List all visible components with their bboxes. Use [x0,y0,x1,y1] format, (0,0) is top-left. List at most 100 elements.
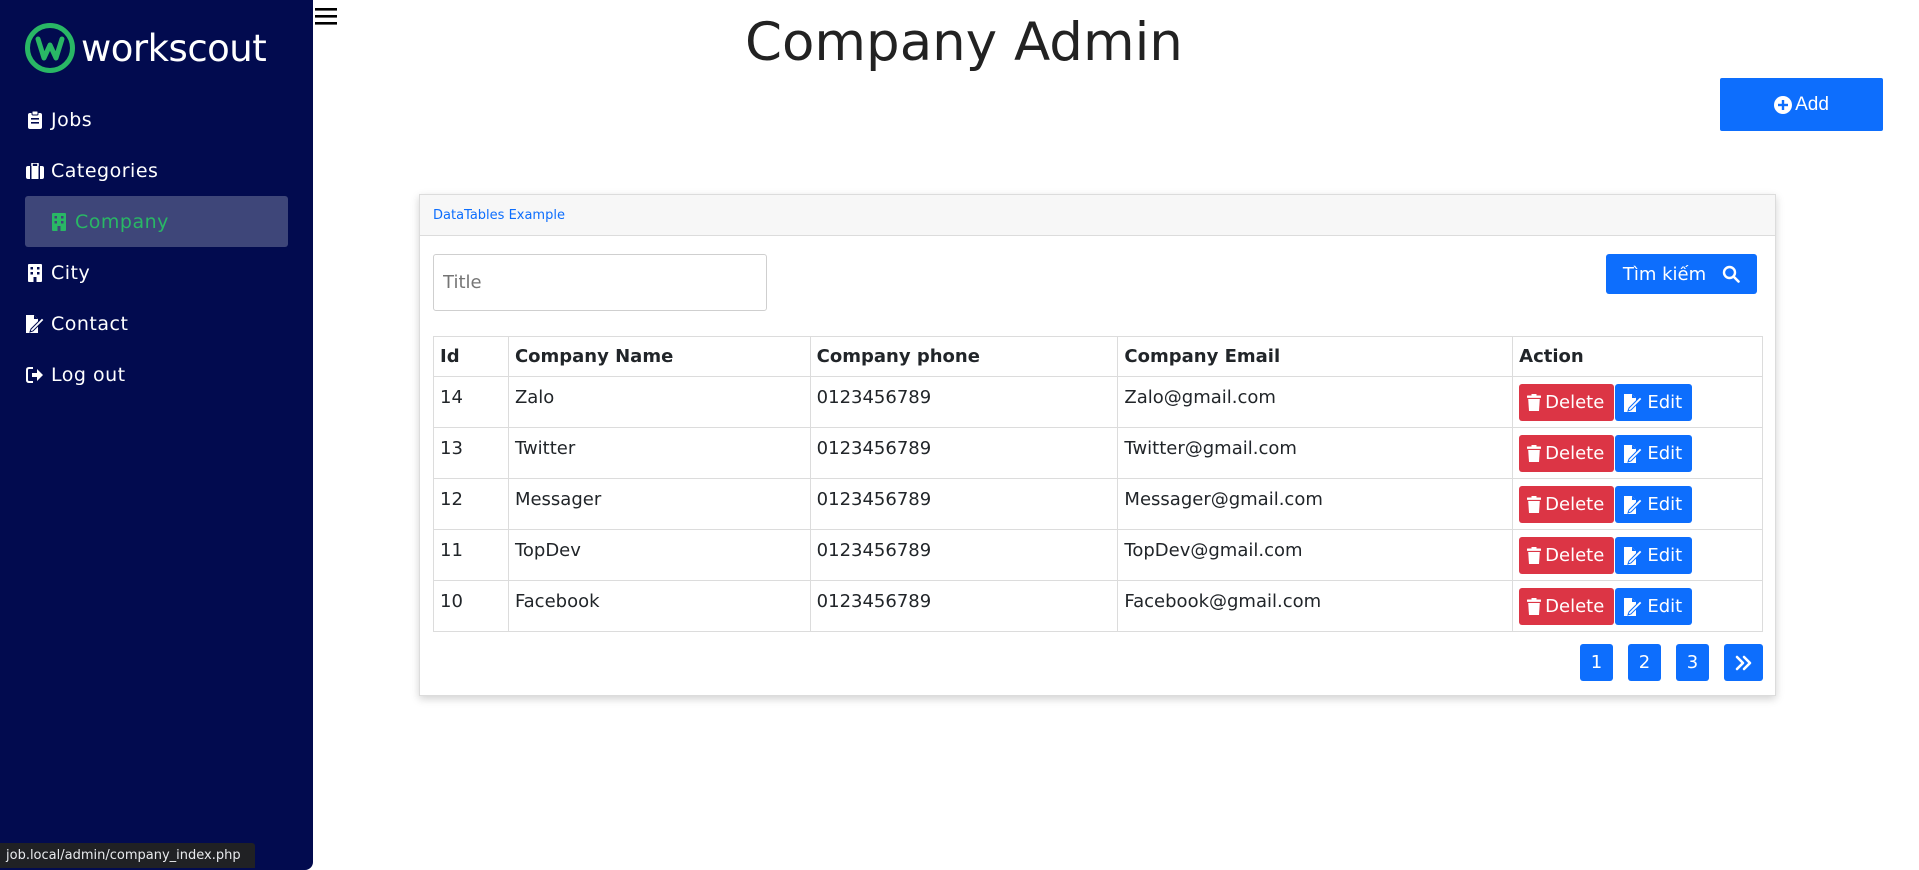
table-row: 12 Messager 0123456789 Messager@gmail.co… [433,478,1763,530]
sidebar-item-label: Contact [51,312,129,335]
cell-company-phone: 0123456789 [809,376,1119,428]
column-header-company-name[interactable]: Company Name [507,336,811,377]
column-header-company-email[interactable]: Company Email [1117,336,1514,377]
sidebar-item-label: Company [75,210,169,233]
delete-button[interactable]: Delete [1519,588,1615,625]
trash-icon [1527,547,1542,564]
table-header-row: Id Company Name Company phone Company Em… [433,336,1763,377]
cell-company-email: Zalo@gmail.com [1117,376,1514,428]
cell-company-email: Messager@gmail.com [1117,478,1514,530]
sidebar-item-city[interactable]: City [0,247,313,298]
sidebar-item-company[interactable]: Company [25,196,288,247]
search-icon [1722,265,1740,283]
logo[interactable]: workscout [24,22,267,74]
search-button[interactable]: Tìm kiếm [1606,254,1757,294]
cell-company-email: Twitter@gmail.com [1117,427,1514,479]
table-row: 13 Twitter 0123456789 Twitter@gmail.com … [433,427,1763,479]
table-row: 14 Zalo 0123456789 Zalo@gmail.com Delete… [433,376,1763,428]
edit-label: Edit [1647,392,1683,413]
card-title: DataTables Example [433,207,565,223]
browser-status-url: job.local/admin/company_index.php [0,843,255,868]
edit-button[interactable]: Edit [1615,588,1693,625]
edit-button[interactable]: Edit [1615,486,1693,523]
cell-actions: Delete Edit [1512,376,1763,428]
edit-button[interactable]: Edit [1615,435,1693,472]
cell-company-phone: 0123456789 [809,478,1119,530]
search-button-label: Tìm kiếm [1622,263,1707,285]
cell-id: 13 [433,427,509,479]
brand-name: workscout [81,26,267,70]
edit-file-icon [1624,495,1644,514]
pagination: 1 2 3 [1565,644,1763,681]
sidebar: workscout Jobs Categories Company City C… [0,0,313,870]
trash-icon [1527,496,1542,513]
cell-id: 10 [433,580,509,632]
cell-id: 14 [433,376,509,428]
plus-circle-icon [1774,95,1793,114]
sidebar-item-jobs[interactable]: Jobs [0,94,313,145]
card-header: DataTables Example [420,195,1775,236]
cell-company-email: Facebook@gmail.com [1117,580,1514,632]
edit-file-icon [1624,393,1644,412]
clipboard-icon [25,110,45,130]
file-signature-icon [25,314,45,334]
sidebar-item-label: Jobs [51,108,93,131]
page-title: Company Admin [745,12,1183,73]
next-page-button[interactable] [1724,644,1763,681]
table-row: 10 Facebook 0123456789 Facebook@gmail.co… [433,580,1763,632]
cell-company-phone: 0123456789 [809,427,1119,479]
trash-icon [1527,598,1542,615]
edit-label: Edit [1647,494,1683,515]
page-button-2[interactable]: 2 [1628,644,1661,681]
edit-file-icon [1624,444,1644,463]
delete-button[interactable]: Delete [1519,435,1615,472]
delete-label: Delete [1545,596,1605,617]
cell-company-name: Messager [507,478,811,530]
cell-company-name: Facebook [507,580,811,632]
trash-icon [1527,445,1542,462]
sign-out-icon [25,365,45,385]
datatable-card: DataTables Example Tìm kiếm Id Company N… [419,194,1776,696]
cell-company-name: TopDev [507,529,811,581]
table-row: 11 TopDev 0123456789 TopDev@gmail.com De… [433,529,1763,581]
sidebar-item-label: City [51,261,91,284]
edit-button[interactable]: Edit [1615,537,1693,574]
edit-file-icon [1624,597,1644,616]
cell-actions: Delete Edit [1512,478,1763,530]
delete-button[interactable]: Delete [1519,486,1615,523]
edit-file-icon [1624,546,1644,565]
building-icon [25,263,45,283]
delete-label: Delete [1545,392,1605,413]
building-icon [49,212,69,232]
edit-button[interactable]: Edit [1615,384,1693,421]
page-button-3[interactable]: 3 [1676,644,1709,681]
add-button[interactable]: Add [1720,78,1883,131]
menu-toggle-icon[interactable] [314,4,338,28]
sidebar-nav: Jobs Categories Company City Contact Log… [0,94,313,400]
edit-label: Edit [1647,443,1683,464]
trash-icon [1527,394,1542,411]
sidebar-item-label: Categories [51,159,159,182]
cell-company-name: Twitter [507,427,811,479]
column-header-action: Action [1512,336,1763,377]
delete-button[interactable]: Delete [1519,537,1615,574]
cell-company-phone: 0123456789 [809,529,1119,581]
edit-label: Edit [1647,545,1683,566]
column-header-company-phone[interactable]: Company phone [809,336,1119,377]
cell-id: 11 [433,529,509,581]
delete-button[interactable]: Delete [1519,384,1615,421]
briefcase-icon [25,161,45,181]
sidebar-item-categories[interactable]: Categories [0,145,313,196]
sidebar-item-contact[interactable]: Contact [0,298,313,349]
cell-actions: Delete Edit [1512,427,1763,479]
column-header-id[interactable]: Id [433,336,509,377]
double-chevron-right-icon [1735,655,1751,670]
sidebar-item-logout[interactable]: Log out [0,349,313,400]
search-input[interactable] [433,254,767,311]
cell-actions: Delete Edit [1512,529,1763,581]
company-table: Id Company Name Company phone Company Em… [433,336,1763,632]
edit-label: Edit [1647,596,1683,617]
logo-w-icon [25,23,75,73]
cell-company-phone: 0123456789 [809,580,1119,632]
page-button-1[interactable]: 1 [1580,644,1613,681]
